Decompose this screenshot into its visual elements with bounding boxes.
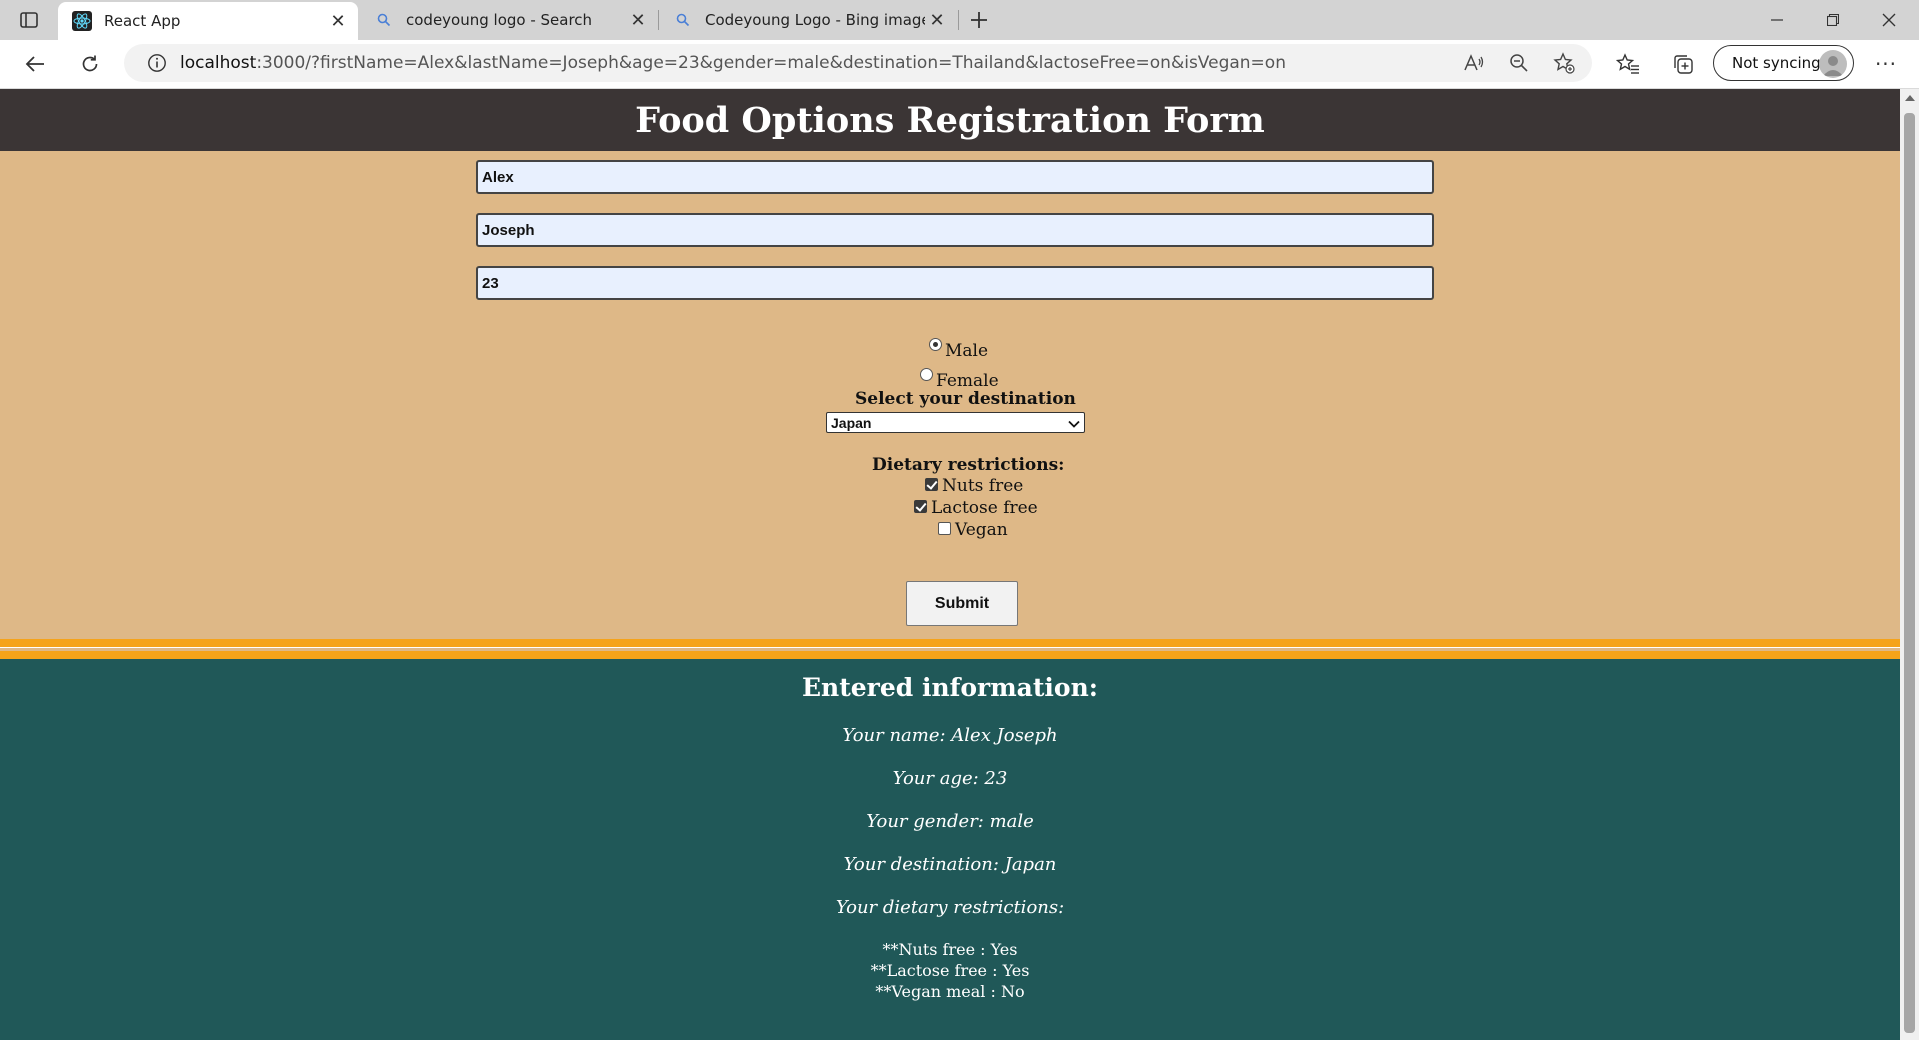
gender-female-radio[interactable]	[920, 368, 933, 381]
url-host: localhost	[180, 53, 257, 73]
vegan-option[interactable]: Vegan	[938, 520, 1008, 540]
tab-codeyoung-search[interactable]: codeyoung logo - Search ✕	[360, 0, 658, 40]
url-path: :3000/?firstName=Alex&lastName=Joseph&ag…	[256, 53, 1286, 73]
first-name-input[interactable]	[476, 160, 1434, 194]
diet-item-vegan: **Vegan meal : No	[875, 982, 1025, 1001]
tab-codeyoung-bing-images[interactable]: Codeyoung Logo - Bing images ✕	[659, 0, 957, 40]
gender-male-radio[interactable]	[929, 338, 942, 351]
close-icon[interactable]: ✕	[925, 8, 949, 32]
favorites-icon[interactable]	[1615, 51, 1641, 77]
chevron-down-icon	[1068, 415, 1080, 431]
nuts-free-option[interactable]: Nuts free	[925, 476, 1023, 496]
diet-item-nuts: **Nuts free : Yes	[882, 940, 1018, 959]
page-title: Food Options Registration Form	[635, 99, 1265, 141]
close-icon[interactable]: ✕	[326, 9, 350, 33]
lactose-free-label: Lactose free	[931, 498, 1038, 518]
result-gender: Your gender: male	[866, 811, 1034, 832]
site-info-icon[interactable]	[146, 52, 168, 74]
destination-select[interactable]: Japan	[826, 412, 1085, 433]
restore-icon[interactable]	[1810, 0, 1856, 40]
lactose-free-option[interactable]: Lactose free	[914, 498, 1038, 518]
window-close-icon[interactable]	[1866, 0, 1912, 40]
destination-value: Japan	[831, 414, 872, 431]
result-age: Your age: 23	[892, 768, 1008, 789]
last-name-input[interactable]	[476, 213, 1434, 247]
react-icon	[72, 11, 92, 31]
avatar	[1819, 50, 1847, 78]
tab-react-app[interactable]: React App ✕	[58, 2, 358, 40]
close-icon[interactable]: ✕	[626, 8, 650, 32]
tab-title: React App	[104, 12, 181, 30]
page-scrollbar[interactable]	[1900, 89, 1919, 1040]
results-heading: Entered information:	[802, 673, 1098, 702]
divider-stripe	[0, 651, 1900, 659]
sync-label: Not syncing	[1732, 54, 1821, 72]
add-favorite-icon[interactable]	[1552, 51, 1576, 75]
nuts-free-checkbox[interactable]	[925, 477, 938, 491]
search-icon	[673, 10, 693, 30]
scroll-up-arrow-icon[interactable]	[1905, 95, 1915, 101]
page-viewport: Food Options Registration Form Male Fema…	[0, 89, 1900, 1040]
more-options-icon[interactable]: ···	[1873, 51, 1899, 77]
divider-stripe	[0, 639, 1900, 647]
diet-item-lactose: **Lactose free : Yes	[870, 961, 1030, 980]
destination-label: Select your destination	[855, 389, 1076, 409]
gender-male-label: Male	[945, 341, 989, 361]
url-text: localhost:3000/?firstName=Alex&lastName=…	[180, 53, 1286, 73]
gender-female-label: Female	[936, 371, 999, 391]
tab-separator	[958, 10, 959, 30]
tab-title: codeyoung logo - Search	[406, 11, 593, 29]
dietary-label: Dietary restrictions:	[872, 455, 1065, 475]
result-name: Your name: Alex Joseph	[842, 725, 1058, 746]
result-dietary-heading: Your dietary restrictions:	[835, 897, 1065, 918]
nuts-free-label: Nuts free	[942, 476, 1024, 496]
age-input[interactable]	[476, 266, 1434, 300]
refresh-icon[interactable]	[76, 50, 104, 78]
collections-icon[interactable]	[1670, 51, 1696, 77]
lactose-free-checkbox[interactable]	[914, 499, 927, 513]
address-bar[interactable]: localhost:3000/?firstName=Alex&lastName=…	[124, 44, 1592, 82]
result-destination: Your destination: Japan	[843, 854, 1057, 875]
address-toolbar: localhost:3000/?firstName=Alex&lastName=…	[0, 40, 1919, 89]
read-aloud-icon[interactable]	[1462, 51, 1486, 75]
back-arrow-icon[interactable]	[21, 50, 49, 78]
profile-sync-button[interactable]: Not syncing	[1713, 45, 1854, 81]
tab-title: Codeyoung Logo - Bing images	[705, 11, 925, 29]
minimize-icon[interactable]	[1754, 0, 1800, 40]
zoom-out-icon[interactable]	[1507, 51, 1531, 75]
scrollbar-thumb[interactable]	[1904, 113, 1915, 1033]
submit-button[interactable]: Submit	[906, 581, 1018, 626]
gender-female-option[interactable]: Female	[920, 368, 999, 391]
vegan-checkbox[interactable]	[938, 521, 951, 535]
search-icon	[374, 10, 394, 30]
tab-actions-icon[interactable]	[18, 9, 40, 31]
new-tab-plus-icon[interactable]	[965, 6, 993, 34]
vegan-label: Vegan	[955, 520, 1008, 540]
tab-bar: React App ✕ codeyoung logo - Search ✕ Co…	[0, 0, 1919, 40]
results-panel: Entered information: Your name: Alex Jos…	[0, 659, 1900, 1040]
app-header: Food Options Registration Form	[0, 89, 1900, 151]
gender-male-option[interactable]: Male	[929, 338, 988, 361]
